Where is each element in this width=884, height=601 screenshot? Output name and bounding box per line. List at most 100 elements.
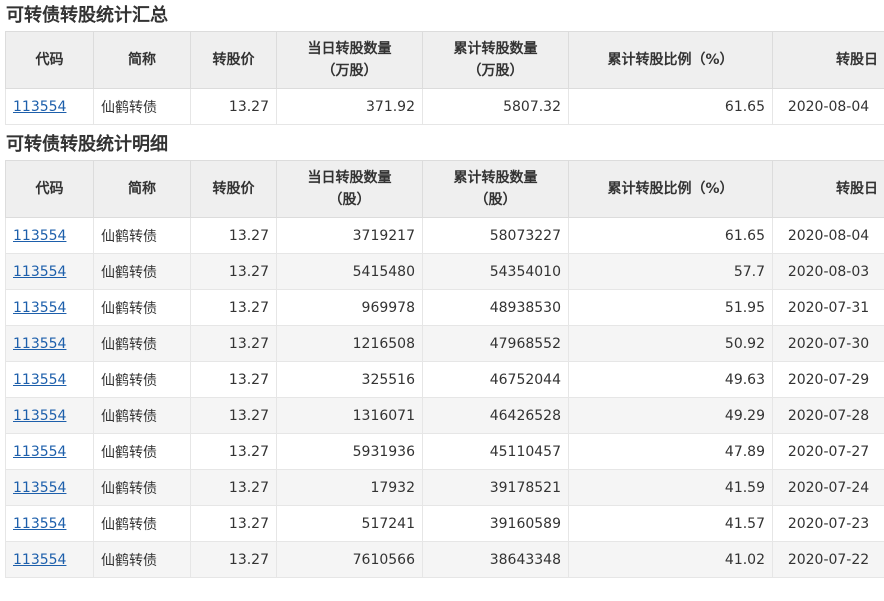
- name-cell: 仙鹤转债: [94, 362, 191, 398]
- name-cell: 仙鹤转债: [94, 254, 191, 290]
- header-name[interactable]: 简称: [94, 161, 191, 218]
- header-price[interactable]: 转股价: [191, 161, 277, 218]
- header-cum-line2: （万股）: [429, 60, 562, 82]
- header-cum-line1: 累计转股数量: [429, 38, 562, 60]
- date-cell: 2020-07-27: [773, 434, 884, 470]
- table-row: 113554仙鹤转债13.279699784893853051.952020-0…: [6, 290, 884, 326]
- table-row: 113554仙鹤转债13.2754154805435401057.72020-0…: [6, 254, 884, 290]
- header-daily-line2: （股）: [283, 189, 416, 211]
- ratio-cell: 49.63: [569, 362, 773, 398]
- cumulative-amount-cell: 58073227: [423, 218, 569, 254]
- bond-code-link[interactable]: 113554: [13, 300, 66, 316]
- daily-amount-cell: 1316071: [277, 398, 423, 434]
- price-cell: 13.27: [191, 398, 277, 434]
- price-cell: 13.27: [191, 362, 277, 398]
- ratio-cell: 61.65: [569, 89, 773, 125]
- ratio-cell: 41.59: [569, 470, 773, 506]
- daily-amount-cell: 5415480: [277, 254, 423, 290]
- ratio-cell: 47.89: [569, 434, 773, 470]
- table-row: 113554仙鹤转债13.275172413916058941.572020-0…: [6, 506, 884, 542]
- price-cell: 13.27: [191, 89, 277, 125]
- ratio-cell: 49.29: [569, 398, 773, 434]
- bond-code-link[interactable]: 113554: [13, 408, 66, 424]
- name-cell: 仙鹤转债: [94, 218, 191, 254]
- date-cell: 2020-08-04: [773, 218, 884, 254]
- date-cell: 2020-08-03: [773, 254, 884, 290]
- header-cum[interactable]: 累计转股数量 （股）: [423, 161, 569, 218]
- code-cell: 113554: [6, 434, 94, 470]
- date-cell: 2020-07-23: [773, 506, 884, 542]
- code-cell: 113554: [6, 470, 94, 506]
- table-row: 113554仙鹤转债13.273255164675204449.632020-0…: [6, 362, 884, 398]
- date-cell: 2020-07-22: [773, 542, 884, 578]
- bond-code-link[interactable]: 113554: [13, 552, 66, 568]
- header-code[interactable]: 代码: [6, 161, 94, 218]
- detail-title: 可转债转股统计明细: [0, 130, 884, 160]
- summary-table: 代码 简称 转股价 当日转股数量 （万股） 累计转股数量 （万股） 累计转股比例…: [5, 31, 884, 125]
- code-cell: 113554: [6, 326, 94, 362]
- header-daily-line2: （万股）: [283, 60, 416, 82]
- summary-header-row: 代码 简称 转股价 当日转股数量 （万股） 累计转股数量 （万股） 累计转股比例…: [6, 32, 884, 89]
- daily-amount-cell: 5931936: [277, 434, 423, 470]
- date-cell: 2020-07-28: [773, 398, 884, 434]
- header-date[interactable]: 转股日: [773, 32, 884, 89]
- bond-code-link[interactable]: 113554: [13, 444, 66, 460]
- header-cum-line1: 累计转股数量: [429, 167, 562, 189]
- bond-code-link[interactable]: 113554: [13, 228, 66, 244]
- daily-amount-cell: 371.92: [277, 89, 423, 125]
- ratio-cell: 57.7: [569, 254, 773, 290]
- price-cell: 13.27: [191, 506, 277, 542]
- cumulative-amount-cell: 39178521: [423, 470, 569, 506]
- name-cell: 仙鹤转债: [94, 398, 191, 434]
- header-date[interactable]: 转股日: [773, 161, 884, 218]
- header-cum[interactable]: 累计转股数量 （万股）: [423, 32, 569, 89]
- date-cell: 2020-07-29: [773, 362, 884, 398]
- name-cell: 仙鹤转债: [94, 506, 191, 542]
- summary-title: 可转债转股统计汇总: [0, 1, 884, 31]
- header-daily-line1: 当日转股数量: [283, 38, 416, 60]
- bond-code-link[interactable]: 113554: [13, 516, 66, 532]
- ratio-cell: 51.95: [569, 290, 773, 326]
- table-row: 113554仙鹤转债13.27371.925807.3261.652020-08…: [6, 89, 884, 125]
- cumulative-amount-cell: 48938530: [423, 290, 569, 326]
- table-row: 113554仙鹤转债13.2759319364511045747.892020-…: [6, 434, 884, 470]
- header-name[interactable]: 简称: [94, 32, 191, 89]
- table-row: 113554仙鹤转债13.2713160714642652849.292020-…: [6, 398, 884, 434]
- header-code[interactable]: 代码: [6, 32, 94, 89]
- name-cell: 仙鹤转债: [94, 290, 191, 326]
- cumulative-amount-cell: 39160589: [423, 506, 569, 542]
- price-cell: 13.27: [191, 470, 277, 506]
- ratio-cell: 61.65: [569, 218, 773, 254]
- bond-code-link[interactable]: 113554: [13, 372, 66, 388]
- header-price[interactable]: 转股价: [191, 32, 277, 89]
- name-cell: 仙鹤转债: [94, 434, 191, 470]
- code-cell: 113554: [6, 254, 94, 290]
- detail-header-row: 代码 简称 转股价 当日转股数量 （股） 累计转股数量 （股） 累计转股比例（%…: [6, 161, 884, 218]
- code-cell: 113554: [6, 89, 94, 125]
- name-cell: 仙鹤转债: [94, 542, 191, 578]
- cumulative-amount-cell: 47968552: [423, 326, 569, 362]
- daily-amount-cell: 1216508: [277, 326, 423, 362]
- code-cell: 113554: [6, 542, 94, 578]
- bond-code-link[interactable]: 113554: [13, 99, 66, 115]
- daily-amount-cell: 3719217: [277, 218, 423, 254]
- price-cell: 13.27: [191, 326, 277, 362]
- bond-code-link[interactable]: 113554: [13, 480, 66, 496]
- table-row: 113554仙鹤转债13.27179323917852141.592020-07…: [6, 470, 884, 506]
- header-ratio[interactable]: 累计转股比例（%）: [569, 32, 773, 89]
- date-cell: 2020-07-31: [773, 290, 884, 326]
- summary-body: 113554仙鹤转债13.27371.925807.3261.652020-08…: [6, 89, 884, 125]
- cumulative-amount-cell: 46752044: [423, 362, 569, 398]
- header-daily-line1: 当日转股数量: [283, 167, 416, 189]
- price-cell: 13.27: [191, 218, 277, 254]
- header-ratio[interactable]: 累计转股比例（%）: [569, 161, 773, 218]
- bond-code-link[interactable]: 113554: [13, 336, 66, 352]
- ratio-cell: 41.02: [569, 542, 773, 578]
- header-daily[interactable]: 当日转股数量 （万股）: [277, 32, 423, 89]
- header-daily[interactable]: 当日转股数量 （股）: [277, 161, 423, 218]
- bond-code-link[interactable]: 113554: [13, 264, 66, 280]
- code-cell: 113554: [6, 362, 94, 398]
- table-row: 113554仙鹤转债13.2712165084796855250.922020-…: [6, 326, 884, 362]
- date-cell: 2020-07-24: [773, 470, 884, 506]
- ratio-cell: 50.92: [569, 326, 773, 362]
